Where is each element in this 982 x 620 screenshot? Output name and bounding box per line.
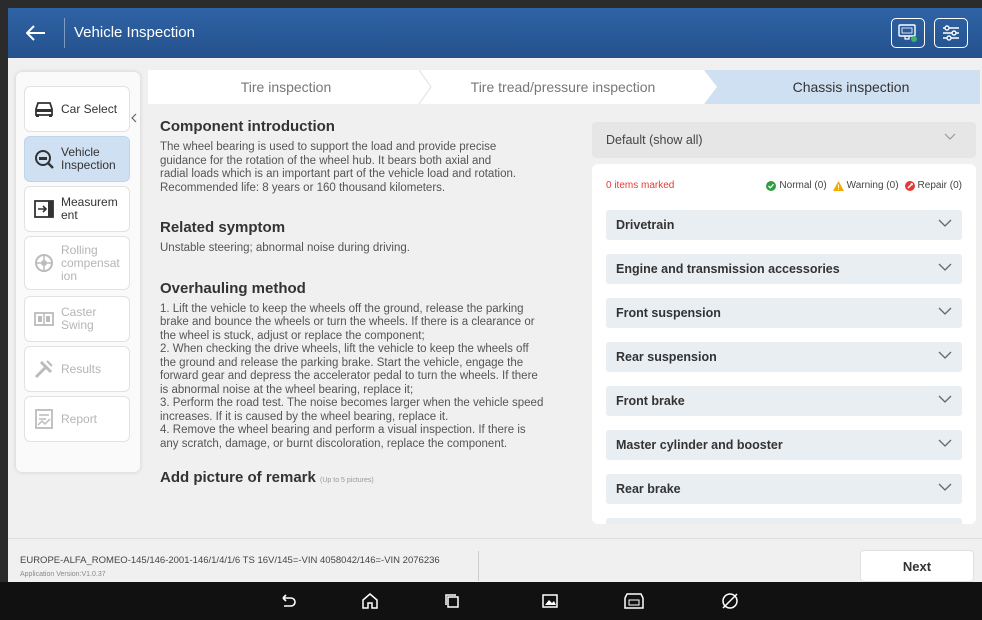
sidebar-item-measurement[interactable]: Measurem ent (24, 186, 130, 232)
report-icon (33, 408, 55, 430)
nav-back-button[interactable] (276, 590, 300, 612)
screenshot-icon (542, 594, 558, 608)
legend-repair: Repair (0) (904, 180, 962, 191)
vci-connection-button[interactable] (891, 18, 925, 48)
android-nav-bar (0, 582, 982, 620)
app-window: Vehicle Inspection Car Select Vehicle In… (8, 8, 982, 590)
marked-count: 0 items marked (606, 180, 675, 191)
sidebar-item-label: Rolling compensat ion (61, 242, 120, 283)
category-drivetrain[interactable]: Drivetrain (606, 210, 962, 240)
tab-tire-tread-pressure[interactable]: Tire tread/pressure inspection (428, 70, 698, 104)
chevron-down-icon (938, 219, 952, 227)
footer-divider (478, 551, 479, 581)
sidebar: Car Select Vehicle Inspection Measurem ent… (16, 72, 140, 472)
category-master-cylinder[interactable]: Master cylinder and booster (606, 430, 962, 460)
vci-connection-icon (898, 24, 917, 42)
sidebar-item-caster-swing[interactable]: Caster Swing (24, 296, 130, 342)
chevron-down-icon (938, 439, 952, 447)
sidebar-item-rolling-compensation[interactable]: Rolling compensat ion (24, 236, 130, 290)
title-divider (64, 18, 65, 48)
back-icon (282, 594, 296, 607)
sidebar-item-label: Caster Swing (61, 305, 97, 332)
intro-title: Component introduction (160, 118, 335, 135)
component-details: Component introduction The wheel bearing… (160, 118, 580, 534)
nav-home-button[interactable] (358, 590, 382, 612)
nav-recents-button[interactable] (440, 590, 464, 612)
tab-chassis-inspection[interactable]: Chassis inspection (704, 70, 980, 104)
sidebar-item-label: Measurem ent (61, 195, 118, 222)
chevron-down-icon (938, 307, 952, 315)
inspection-items-panel: 0 items marked Normal (0) Warning (0) Re… (592, 164, 976, 524)
chevron-down-icon (938, 263, 952, 271)
symptom-text: Unstable steering; abnormal noise during… (160, 242, 410, 254)
sidebar-item-vehicle-inspection[interactable]: Vehicle Inspection (24, 136, 130, 182)
method-title: Overhauling method (160, 279, 306, 297)
arrow-left-icon (26, 25, 45, 41)
filter-selected-value: Default (show all) (606, 133, 703, 147)
sidebar-item-car-select[interactable]: Car Select (24, 86, 130, 132)
chevron-left-icon (131, 113, 137, 123)
nav-screenshot-button[interactable] (538, 590, 562, 612)
sidebar-item-results[interactable]: Results (24, 346, 130, 392)
nav-browser-button[interactable] (718, 590, 742, 612)
next-button[interactable]: Next (860, 550, 974, 582)
category-rear-brake[interactable]: Rear brake (606, 474, 962, 504)
sidebar-collapse-button[interactable] (128, 108, 140, 128)
sidebar-item-label: Vehicle Inspection (61, 145, 116, 172)
page-title: Vehicle Inspection (74, 24, 195, 41)
category-rear-suspension[interactable]: Rear suspension (606, 342, 962, 372)
caster-icon (33, 308, 55, 330)
check-circle-icon (766, 180, 777, 191)
intro-text: The wheel bearing is used to support the… (160, 141, 517, 194)
category-engine-transmission[interactable]: Engine and transmission accessories (606, 254, 962, 284)
sidebar-item-label: Car Select (61, 101, 118, 116)
measurement-icon (33, 198, 55, 220)
legend-normal: Normal (0) (766, 180, 827, 191)
home-icon (362, 593, 378, 609)
settings-button[interactable] (934, 18, 968, 48)
chevron-down-icon (938, 483, 952, 491)
warning-triangle-icon (832, 180, 844, 191)
symptom-title: Related symptom (160, 219, 286, 236)
back-button[interactable] (18, 16, 54, 50)
sidebar-item-report[interactable]: Report (24, 396, 130, 442)
add-picture-title: Add picture of remark (Up to 5 pictures) (160, 469, 374, 486)
car-icon (33, 98, 55, 120)
vehicle-info: EUROPE-ALFA_ROMEO-145/146-2001-146/1/4/1… (20, 555, 440, 566)
sidebar-item-label: Results (61, 361, 102, 376)
repair-wrench-icon (904, 180, 915, 191)
results-icon (33, 358, 55, 380)
legend-warning: Warning (0) (832, 180, 899, 191)
chevron-down-icon (944, 133, 956, 140)
browser-icon (722, 593, 738, 609)
nav-vci-button[interactable] (622, 590, 646, 612)
app-version: Application Version:V1.0.37 (20, 571, 106, 578)
category-front-suspension[interactable]: Front suspension (606, 298, 962, 328)
chevron-down-icon (938, 395, 952, 403)
category-partial[interactable] (606, 518, 962, 524)
inspection-magnifier-icon (33, 148, 55, 170)
title-bar: Vehicle Inspection (8, 8, 982, 58)
tab-tire-inspection[interactable]: Tire inspection (148, 70, 424, 104)
panel-header: 0 items marked Normal (0) Warning (0) Re… (606, 180, 962, 194)
method-text: 1. Lift the vehicle to keep the wheels o… (160, 302, 544, 450)
vci-icon (624, 593, 644, 609)
recents-icon (445, 594, 459, 608)
rolling-wheel-icon (33, 252, 55, 274)
status-legend: Normal (0) Warning (0) Repair (0) (766, 180, 962, 191)
step-separator-icon (704, 70, 717, 104)
step-tabs: Tire inspection Tire tread/pressure insp… (148, 70, 980, 104)
filter-dropdown[interactable]: Default (show all) (592, 122, 976, 158)
sidebar-item-label: Report (61, 411, 98, 426)
chevron-down-icon (938, 351, 952, 359)
category-front-brake[interactable]: Front brake (606, 386, 962, 416)
settings-sliders-icon (943, 25, 959, 41)
